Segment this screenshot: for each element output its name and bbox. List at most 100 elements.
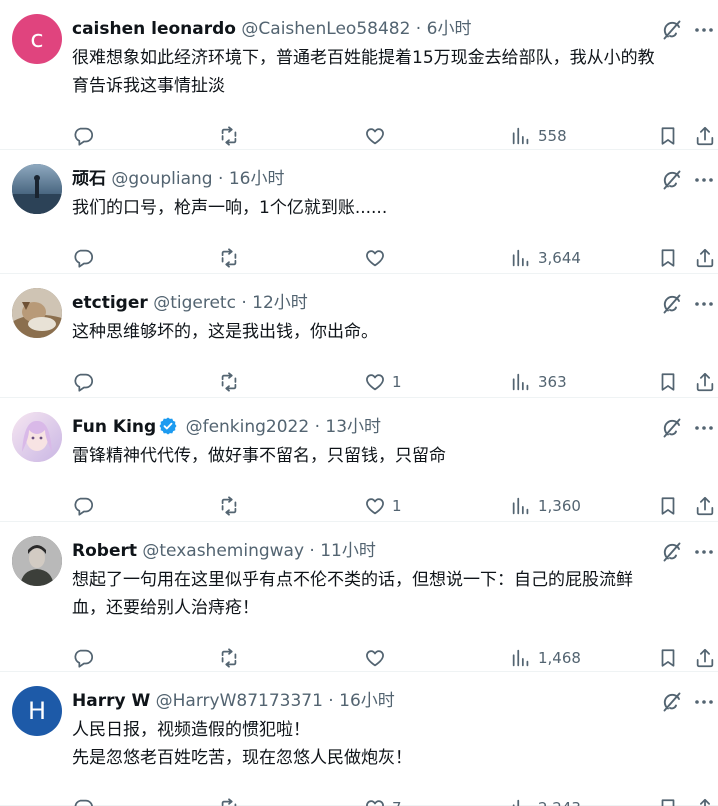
share-button[interactable]	[694, 244, 716, 272]
tweet-time[interactable]: 13小时	[325, 417, 381, 437]
tweet[interactable]: 顽石 @goupliang · 16小时 我们的口号，枪声一响，1个亿就到账...…	[0, 150, 718, 274]
tweet-time[interactable]: 11小时	[320, 541, 376, 561]
reply-feed: c caishen leonardo @CaishenLeo58482 · 6小时…	[0, 0, 718, 806]
grok-button[interactable]	[660, 292, 684, 316]
retweet-button[interactable]	[218, 122, 240, 150]
like-button[interactable]	[364, 122, 392, 150]
views-count: 363	[538, 373, 567, 391]
tweet-header: Harry W @HarryW87173371 · 16小时	[72, 688, 658, 714]
bookmark-icon	[661, 649, 675, 667]
more-button[interactable]	[692, 540, 716, 564]
retweet-icon	[221, 126, 237, 146]
avatar[interactable]: H	[12, 686, 62, 736]
tweet-text: 人民日报，视频造假的惯犯啦！ 先是忽悠老百姓吃苦，现在忽悠人民做炮灰！	[72, 716, 710, 772]
tweet[interactable]: etctiger @tigeretc · 12小时 这种思维够坏的，这是我出钱，你…	[0, 274, 718, 398]
reply-button[interactable]	[72, 244, 94, 272]
more-button[interactable]	[692, 168, 716, 192]
share-icon	[696, 496, 714, 516]
grok-button[interactable]	[660, 416, 684, 440]
tweet[interactable]: c caishen leonardo @CaishenLeo58482 · 6小时…	[0, 0, 718, 150]
tweet-text: 很难想象如此经济环境下，普通老百姓能提着15万现金去给部队，我从小的教 育告诉我这…	[72, 44, 710, 100]
share-button[interactable]	[694, 122, 716, 150]
like-icon	[366, 800, 384, 806]
bookmark-button[interactable]	[657, 122, 679, 150]
avatar[interactable]	[12, 536, 62, 586]
tweet-time[interactable]: 16小时	[339, 691, 395, 711]
like-icon	[366, 650, 384, 667]
retweet-button[interactable]	[218, 368, 240, 396]
share-button[interactable]	[694, 492, 716, 520]
like-button[interactable]	[364, 244, 392, 272]
tweet-time[interactable]: 6小时	[427, 19, 472, 39]
views-icon	[512, 249, 529, 267]
more-button[interactable]	[692, 690, 716, 714]
like-icon	[366, 498, 384, 515]
like-button[interactable]: 1	[364, 492, 402, 520]
tweet-time[interactable]: 12小时	[252, 293, 308, 313]
tweet-text-line: 育告诉我这事情扯淡	[72, 76, 225, 96]
tweet[interactable]: Robert @texashemingway · 11小时 想起了一句用在这里似乎…	[0, 522, 718, 672]
views-button[interactable]: 1,360	[510, 492, 581, 520]
author-name[interactable]: Fun King	[72, 417, 156, 437]
grok-icon	[663, 294, 681, 314]
retweet-button[interactable]	[218, 794, 240, 806]
reply-button[interactable]	[72, 644, 94, 672]
retweet-button[interactable]	[218, 492, 240, 520]
separator-dot: ·	[235, 293, 253, 313]
retweet-button[interactable]	[218, 244, 240, 272]
avatar[interactable]	[12, 412, 62, 462]
grok-button[interactable]	[660, 18, 684, 42]
bookmark-button[interactable]	[657, 368, 679, 396]
share-button[interactable]	[694, 644, 716, 672]
more-button[interactable]	[692, 416, 716, 440]
author-handle[interactable]: @CaishenLeo58482	[241, 19, 410, 39]
author-handle[interactable]: @goupliang	[111, 169, 212, 189]
reply-icon	[74, 127, 94, 146]
share-button[interactable]	[694, 794, 716, 806]
author-handle[interactable]: @texashemingway	[142, 541, 304, 561]
avatar[interactable]	[12, 164, 62, 214]
views-count: 3,644	[538, 249, 581, 267]
share-button[interactable]	[694, 368, 716, 396]
author-name[interactable]: caishen leonardo	[72, 19, 236, 39]
author-name[interactable]: Robert	[72, 541, 137, 561]
views-button[interactable]: 1,468	[510, 644, 581, 672]
like-button[interactable]: 7	[364, 794, 402, 806]
author-handle[interactable]: @HarryW87173371	[156, 691, 323, 711]
views-button[interactable]: 363	[510, 368, 567, 396]
reply-button[interactable]	[72, 492, 94, 520]
bookmark-button[interactable]	[657, 492, 679, 520]
views-button[interactable]: 2,243	[510, 794, 581, 806]
retweet-icon	[221, 648, 237, 668]
author-name[interactable]: 顽石	[72, 169, 106, 189]
retweet-icon	[221, 372, 237, 392]
author-handle[interactable]: @fenking2022	[186, 417, 310, 437]
reply-button[interactable]	[72, 122, 94, 150]
views-button[interactable]: 558	[510, 122, 567, 150]
grok-button[interactable]	[660, 168, 684, 192]
author-handle[interactable]: @tigeretc	[153, 293, 236, 313]
bookmark-button[interactable]	[657, 794, 679, 806]
retweet-button[interactable]	[218, 644, 240, 672]
grok-button[interactable]	[660, 540, 684, 564]
avatar-image	[12, 288, 62, 338]
tweet[interactable]: H Harry W @HarryW87173371 · 16小时 人民日报，视频造假…	[0, 672, 718, 806]
views-button[interactable]: 3,644	[510, 244, 581, 272]
bookmark-button[interactable]	[657, 244, 679, 272]
avatar[interactable]: c	[12, 14, 62, 64]
more-button[interactable]	[692, 292, 716, 316]
tweet-time[interactable]: 16小时	[229, 169, 285, 189]
author-name[interactable]: Harry W	[72, 691, 150, 711]
avatar-image	[12, 412, 62, 462]
retweet-icon	[221, 496, 237, 516]
avatar[interactable]	[12, 288, 62, 338]
author-name[interactable]: etctiger	[72, 293, 148, 313]
bookmark-button[interactable]	[657, 644, 679, 672]
grok-button[interactable]	[660, 690, 684, 714]
like-button[interactable]: 1	[364, 368, 402, 396]
reply-button[interactable]	[72, 368, 94, 396]
tweet[interactable]: Fun King @fenking2022 · 13小时 雷锋精神代代传，做好事不…	[0, 398, 718, 522]
reply-button[interactable]	[72, 794, 94, 806]
like-button[interactable]	[364, 644, 392, 672]
more-button[interactable]	[692, 18, 716, 42]
